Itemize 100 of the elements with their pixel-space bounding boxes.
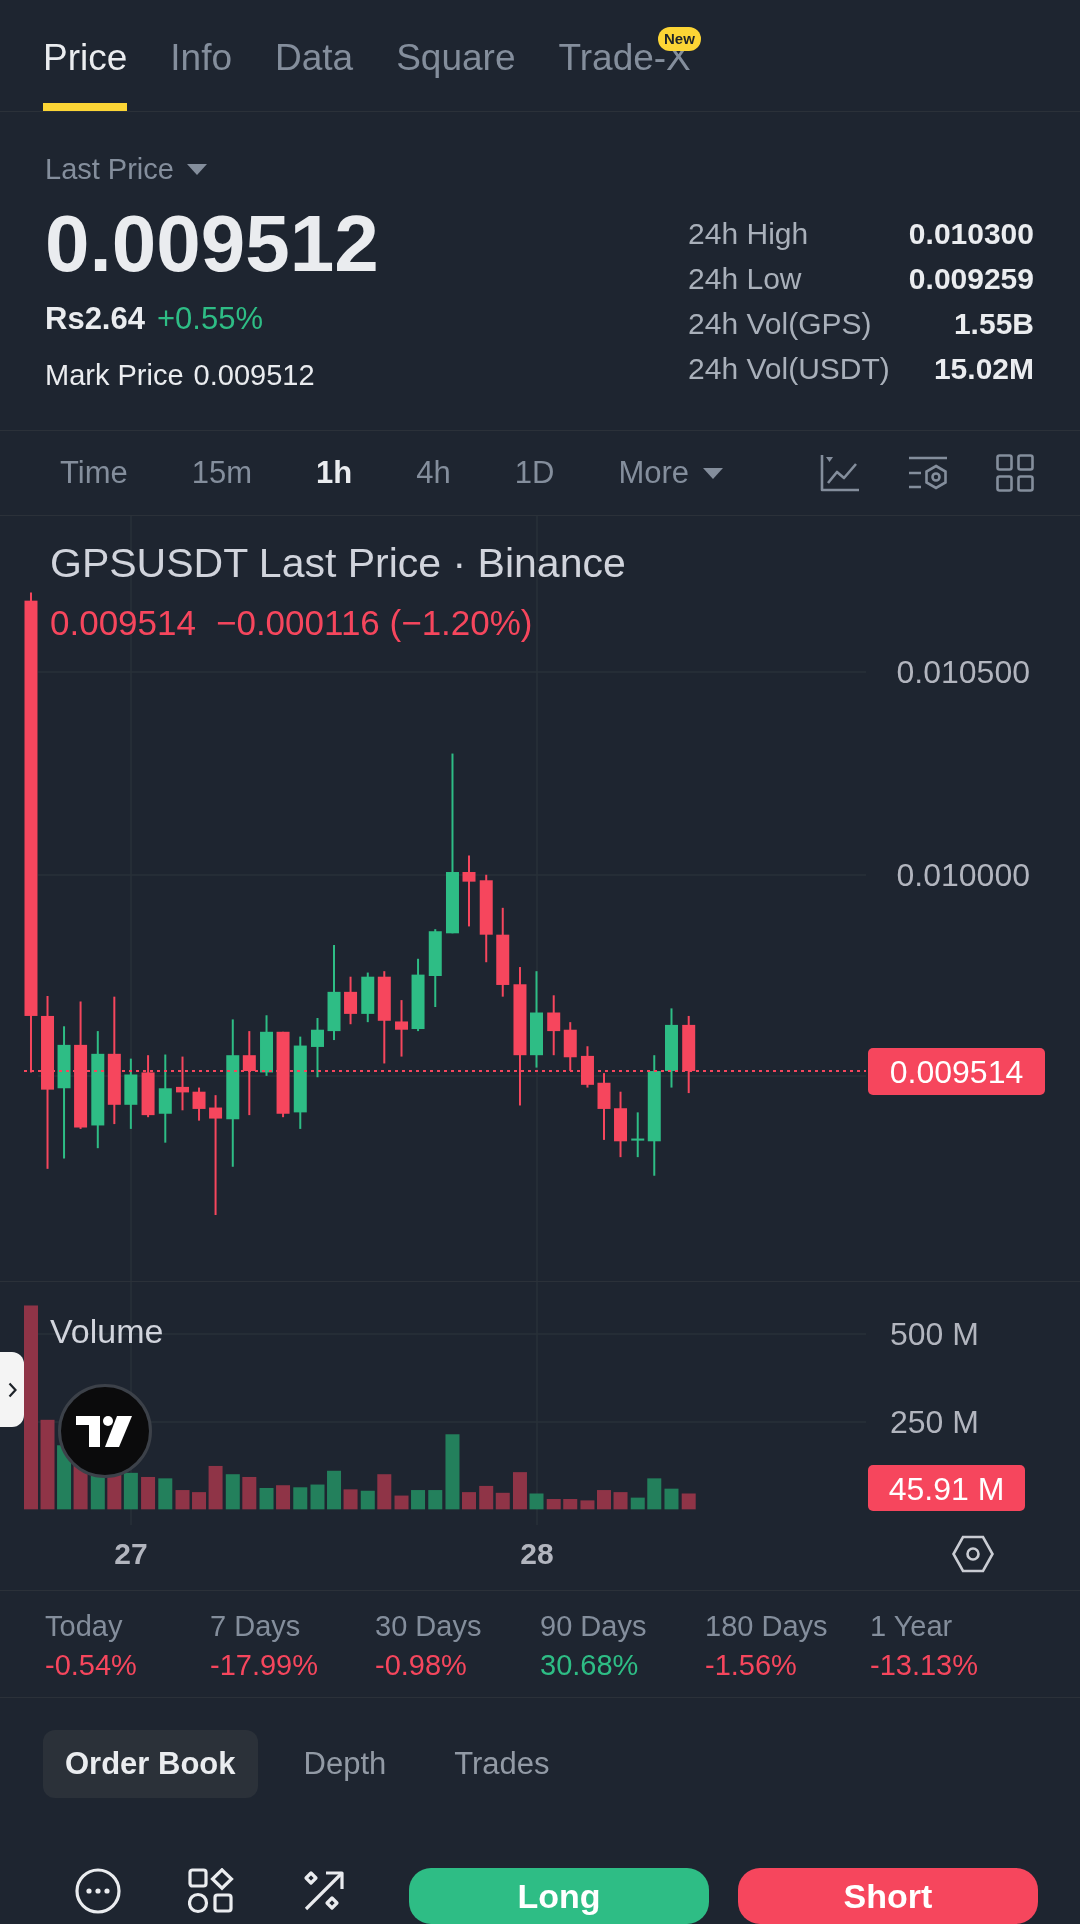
volume-bar: [158, 1478, 173, 1510]
volume-bar: [107, 1474, 122, 1510]
candlestick: [580, 1045, 594, 1089]
volume-bar: [546, 1499, 561, 1510]
volume-bar: [175, 1490, 190, 1510]
candlestick: [141, 1054, 155, 1119]
short-button[interactable]: Short: [738, 1868, 1038, 1924]
volume-bar: [462, 1492, 476, 1510]
period-label: 180 Days: [705, 1609, 828, 1644]
tab[interactable]: Square: [396, 29, 516, 111]
book-tab[interactable]: Trades: [432, 1730, 572, 1798]
volume-bar: [647, 1478, 662, 1510]
last-price-tag: 0.009514: [868, 1048, 1045, 1095]
last-price: 0.009512: [45, 199, 379, 289]
caret-down-icon: [703, 467, 723, 479]
new-badge: New: [657, 27, 701, 51]
volume-bar: [343, 1489, 358, 1510]
logo-icon[interactable]: [58, 1384, 152, 1478]
volume-axis-label: 500 M: [890, 1316, 979, 1352]
volume-bar: [580, 1500, 595, 1510]
candlestick: [547, 994, 561, 1057]
stat-label: 24h Vol(USDT): [688, 351, 890, 387]
chart-title: GPSUSDT Last Price · Binance: [50, 539, 626, 587]
interval-option[interactable]: 1D: [514, 453, 555, 493]
interval-option[interactable]: 4h: [416, 453, 451, 493]
volume-bar: [411, 1490, 426, 1510]
interval-option[interactable]: Time: [60, 453, 128, 493]
volume-bar: [225, 1474, 240, 1510]
legend-change: −0.000116 (−1.20%): [216, 602, 533, 644]
book-tab[interactable]: Order Book: [43, 1730, 258, 1798]
tab[interactable]: Data: [275, 29, 354, 111]
volume-bar: [141, 1476, 156, 1510]
indicator-settings-icon[interactable]: [908, 455, 948, 491]
stat-label: 24h Low: [688, 261, 802, 297]
period-label: 30 Days: [375, 1609, 482, 1644]
long-button[interactable]: Long: [409, 1868, 709, 1924]
price-axis-label: 0.010500: [896, 654, 1030, 690]
period-change: -17.99%: [210, 1648, 318, 1683]
volume-bar: [428, 1490, 443, 1510]
price-type-dropdown[interactable]: Last Price: [45, 149, 207, 189]
more-dropdown[interactable]: More: [618, 453, 723, 493]
period-change: -0.98%: [375, 1648, 467, 1683]
chevron-right-icon: [7, 1381, 17, 1398]
candlestick: [563, 1021, 577, 1073]
volume-bar: [327, 1470, 341, 1510]
date-label: 28: [520, 1535, 554, 1572]
stat-value: 15.02M: [933, 351, 1034, 387]
volume-bar: [597, 1490, 611, 1510]
shapes-icon[interactable]: [188, 1868, 234, 1914]
candlestick: [614, 1090, 627, 1159]
volume-axis-label: 250 M: [890, 1404, 979, 1440]
period-label: 7 Days: [210, 1609, 301, 1644]
volume-bar: [479, 1485, 494, 1510]
mark-price-value: 0.009512: [193, 358, 315, 393]
volume-bar: [563, 1499, 578, 1510]
period-change: -1.56%: [705, 1648, 797, 1683]
volume-bar: [242, 1476, 257, 1510]
tab[interactable]: Info: [170, 29, 233, 111]
candlestick: [260, 1014, 274, 1077]
volume-bar: [630, 1497, 645, 1510]
period-change: -0.54%: [45, 1648, 137, 1683]
period-label: 1 Year: [870, 1609, 953, 1644]
candlestick: [311, 1017, 324, 1079]
price-change: +0.55%: [156, 300, 263, 338]
book-tab[interactable]: Depth: [281, 1730, 409, 1798]
last-volume-tag: 45.91 M: [868, 1465, 1025, 1511]
volume-bar: [529, 1493, 544, 1510]
volume-bar: [259, 1488, 274, 1510]
stat-value: 0.009259: [908, 261, 1034, 297]
grid-icon[interactable]: [996, 454, 1034, 492]
line-chart-icon[interactable]: [820, 454, 860, 492]
stat-label: 24h High: [688, 216, 809, 252]
stat-value: 1.55B: [953, 306, 1034, 342]
volume-bar: [293, 1487, 308, 1510]
legend-price: 0.009514: [50, 602, 196, 644]
stat-label: 24h Vol(GPS): [688, 306, 872, 342]
volume-bar: [613, 1492, 628, 1510]
candlestick: [192, 1086, 206, 1122]
volume-bar: [377, 1474, 392, 1510]
volume-bar: [495, 1492, 510, 1510]
period-change: 30.68%: [540, 1648, 639, 1683]
more-icon[interactable]: [75, 1868, 121, 1914]
settings-icon[interactable]: [952, 1534, 994, 1573]
date-label: 27: [114, 1535, 148, 1572]
price-axis-label: 0.010000: [896, 857, 1030, 893]
stat-value: 0.010300: [908, 216, 1034, 252]
interval-option[interactable]: 1h: [316, 453, 353, 493]
caret-down-icon: [186, 163, 207, 175]
candlestick: [176, 1055, 189, 1112]
fiat-price: Rs2.64: [45, 300, 145, 338]
volume-bar: [276, 1485, 291, 1510]
volume-bar: [664, 1488, 679, 1510]
volume-bar: [360, 1490, 375, 1510]
period-label: 90 Days: [540, 1609, 647, 1644]
volume-bar: [394, 1495, 409, 1510]
candlestick: [361, 971, 375, 1024]
interval-option[interactable]: 15m: [191, 453, 253, 493]
mark-price-label: Mark Price: [45, 358, 184, 393]
side-panel-handle[interactable]: [0, 1352, 24, 1427]
tab[interactable]: Price: [43, 29, 128, 111]
